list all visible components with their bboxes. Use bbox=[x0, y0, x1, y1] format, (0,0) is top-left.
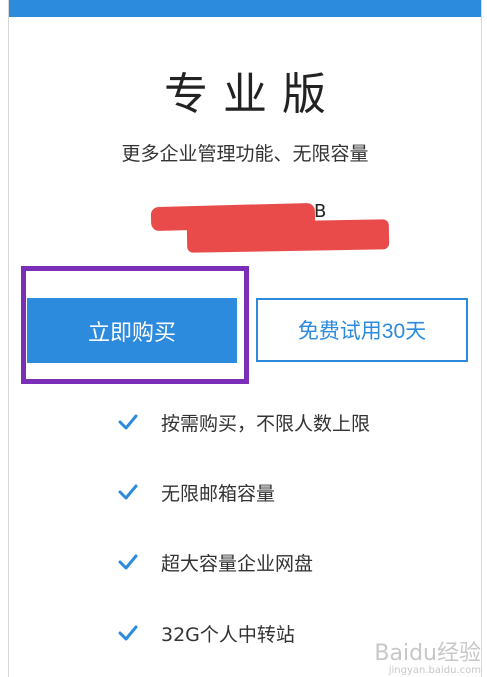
plan-title: 专业版 bbox=[164, 69, 341, 120]
plan-card: 专业版 更多企业管理功能、无限容量 B 立即购买 免费试用30天 按需购买，不限… bbox=[8, 0, 482, 677]
feature-item: 按需购买，不限人数上限 bbox=[117, 407, 370, 437]
price-fragment: B bbox=[314, 201, 327, 222]
plan-subtitle: 更多企业管理功能、无限容量 bbox=[121, 143, 369, 165]
check-icon bbox=[118, 484, 138, 500]
check-icon bbox=[118, 625, 138, 641]
feature-item: 32G个人中转站 bbox=[117, 618, 295, 648]
baidu-jingyan-watermark: Baidu经验 jingyan.baidu.com bbox=[374, 635, 481, 676]
feature-text: 按需购买，不限人数上限 bbox=[161, 412, 371, 435]
price-redaction-mark-2 bbox=[186, 219, 390, 253]
feature-text: 32G个人中转站 bbox=[161, 623, 295, 646]
check-icon bbox=[118, 414, 138, 430]
watermark-subtext: jingyan.baidu.com bbox=[388, 665, 481, 676]
feature-item: 超大容量企业网盘 bbox=[117, 547, 313, 577]
feature-text: 超大容量企业网盘 bbox=[161, 552, 314, 575]
free-trial-button[interactable]: 免费试用30天 bbox=[256, 298, 468, 362]
plan-card-top-bar bbox=[9, 0, 481, 17]
check-icon bbox=[118, 554, 138, 570]
feature-item: 无限邮箱容量 bbox=[117, 477, 275, 507]
watermark-text: Baidu经验 bbox=[374, 641, 481, 666]
feature-text: 无限邮箱容量 bbox=[161, 482, 276, 505]
buy-now-button[interactable]: 立即购买 bbox=[27, 298, 237, 363]
